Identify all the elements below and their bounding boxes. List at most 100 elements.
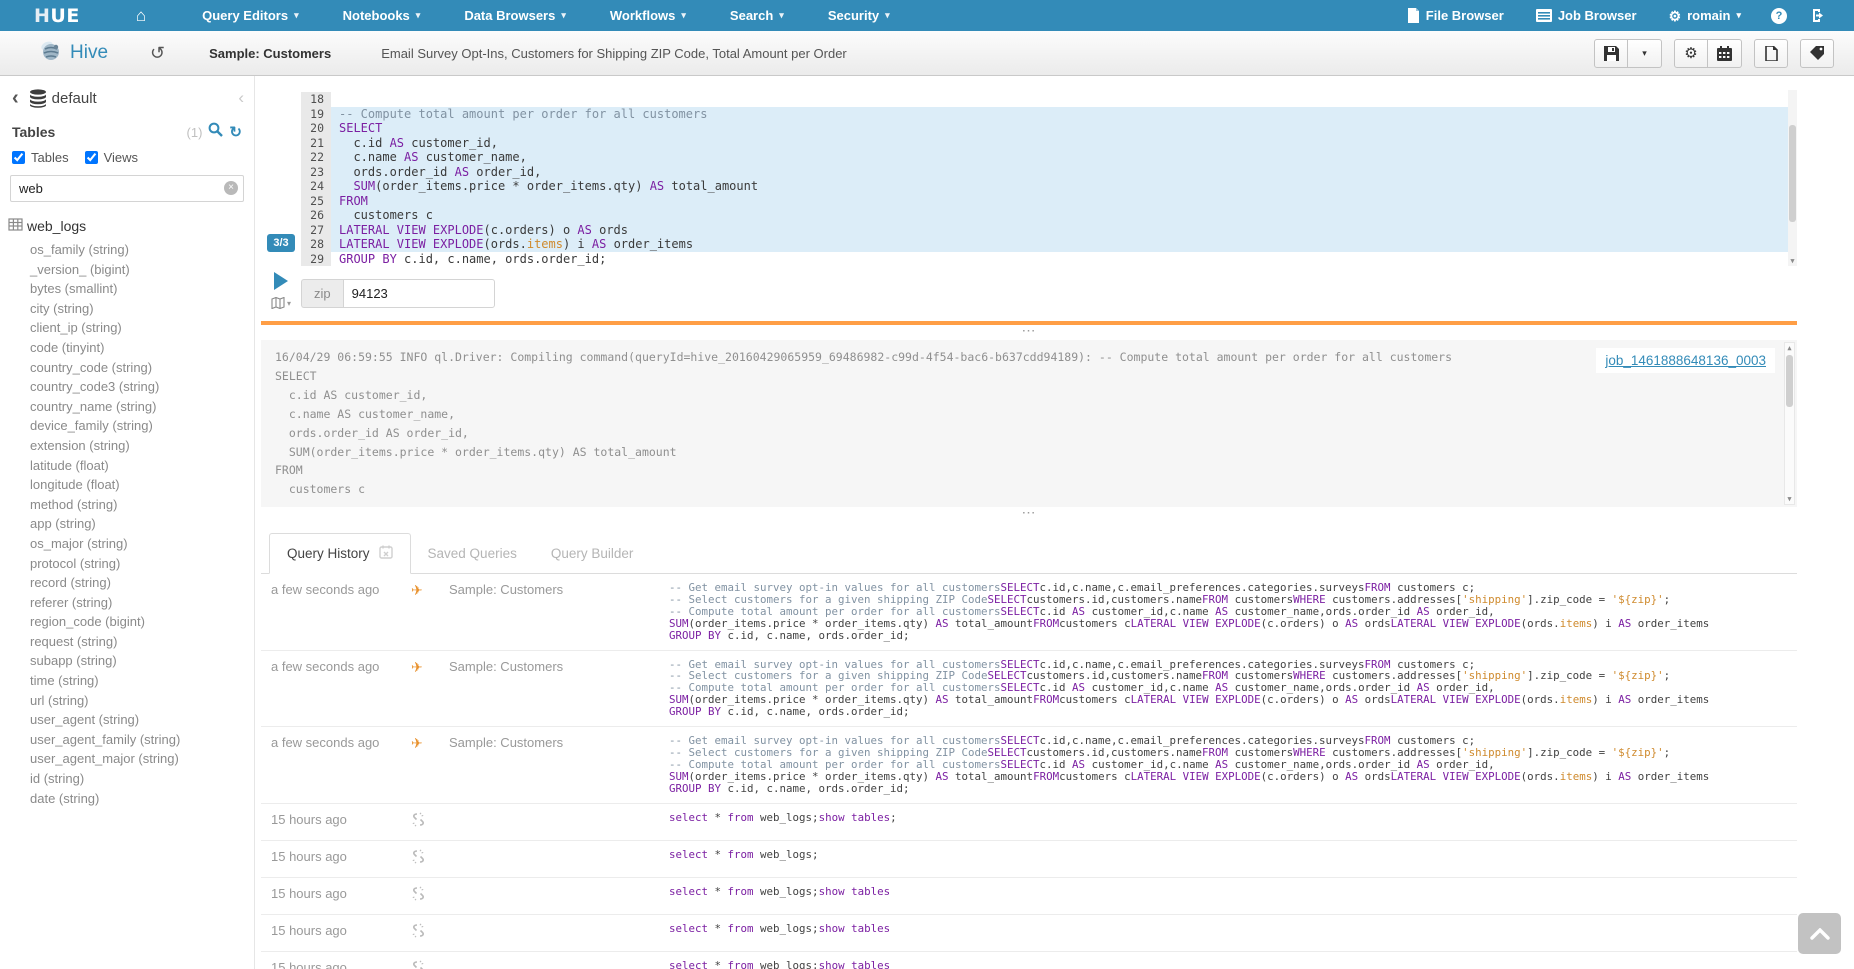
results-resize-handle[interactable]: ⋯	[261, 507, 1797, 520]
column-item[interactable]: url (string)	[30, 691, 254, 711]
history-row[interactable]: 15 hours agoselect * from web_logs;show …	[261, 952, 1797, 969]
collapse-sidebar-icon[interactable]: ‹	[238, 88, 244, 108]
scroll-to-top-button[interactable]	[1798, 913, 1841, 954]
logout-icon[interactable]	[1801, 8, 1836, 23]
refresh-icon[interactable]: ↻	[229, 125, 242, 140]
schedule-button[interactable]	[1708, 39, 1742, 68]
calendar-clear-icon[interactable]	[379, 545, 393, 562]
history-query[interactable]: -- Get email survey opt-in values for al…	[669, 735, 1797, 795]
editor-line[interactable]: 19-- Compute total amount per order for …	[301, 107, 1797, 122]
save-options-button[interactable]: ▾	[1628, 39, 1662, 68]
editor-line[interactable]: 29GROUP BY c.id, c.name, ords.order_id;	[301, 252, 1797, 267]
table-search-input[interactable]	[10, 175, 244, 202]
zip-parameter-input[interactable]	[343, 279, 495, 308]
new-query-button[interactable]	[1754, 39, 1788, 68]
column-item[interactable]: extension (string)	[30, 436, 254, 456]
table-item[interactable]: web_logs	[0, 206, 254, 236]
column-item[interactable]: method (string)	[30, 495, 254, 515]
editor-line[interactable]: 28LATERAL VIEW EXPLODE(ords.items) i AS …	[301, 237, 1797, 252]
editor-line[interactable]: 24 SUM(order_items.price * order_items.q…	[301, 179, 1797, 194]
editor-line[interactable]: 22 c.name AS customer_name,	[301, 150, 1797, 165]
column-item[interactable]: country_code3 (string)	[30, 377, 254, 397]
column-item[interactable]: referer (string)	[30, 593, 254, 613]
menu-query-editors[interactable]: Query Editors▾	[180, 0, 321, 31]
column-item[interactable]: os_family (string)	[30, 240, 254, 260]
history-query[interactable]: select * from web_logs;	[669, 849, 1797, 861]
history-query[interactable]: select * from web_logs;show tables;	[669, 812, 1797, 824]
user-menu[interactable]: ⚙ romain ▾	[1653, 0, 1757, 31]
editor-line[interactable]: 18	[301, 92, 1797, 107]
column-item[interactable]: user_agent (string)	[30, 710, 254, 730]
history-row[interactable]: 15 hours agoselect * from web_logs;show …	[261, 915, 1797, 952]
settings-button[interactable]: ⚙	[1674, 39, 1708, 68]
column-item[interactable]: region_code (bigint)	[30, 612, 254, 632]
log-resize-handle[interactable]: ⋯	[261, 325, 1797, 338]
column-item[interactable]: bytes (smallint)	[30, 279, 254, 299]
scroll-down-icon[interactable]: ▼	[1788, 257, 1797, 265]
tab-query-history[interactable]: Query History	[269, 533, 411, 574]
history-row[interactable]: 15 hours agoselect * from web_logs;	[261, 841, 1797, 878]
menu-workflows[interactable]: Workflows▾	[588, 0, 708, 31]
scrollbar-thumb[interactable]	[1789, 125, 1796, 222]
column-item[interactable]: code (tinyint)	[30, 338, 254, 358]
column-item[interactable]: protocol (string)	[30, 554, 254, 574]
save-button[interactable]	[1594, 39, 1628, 68]
column-item[interactable]: request (string)	[30, 632, 254, 652]
history-query[interactable]: select * from web_logs;show tables	[669, 886, 1797, 898]
column-item[interactable]: latitude (float)	[30, 456, 254, 476]
column-item[interactable]: client_ip (string)	[30, 318, 254, 338]
column-item[interactable]: date (string)	[30, 789, 254, 809]
column-item[interactable]: device_family (string)	[30, 416, 254, 436]
column-item[interactable]: city (string)	[30, 299, 254, 319]
column-item[interactable]: country_name (string)	[30, 397, 254, 417]
menu-search[interactable]: Search▾	[708, 0, 806, 31]
execute-button[interactable]	[274, 272, 288, 290]
column-item[interactable]: subapp (string)	[30, 651, 254, 671]
tables-checkbox[interactable]	[12, 151, 25, 164]
column-item[interactable]: time (string)	[30, 671, 254, 691]
editor-line[interactable]: 20SELECT	[301, 121, 1797, 136]
column-item[interactable]: country_code (string)	[30, 358, 254, 378]
help-icon[interactable]: ?	[1771, 8, 1787, 24]
file-browser-link[interactable]: File Browser	[1391, 0, 1520, 31]
editor-line[interactable]: 27LATERAL VIEW EXPLODE(c.orders) o AS or…	[301, 223, 1797, 238]
column-item[interactable]: longitude (float)	[30, 475, 254, 495]
tags-button[interactable]	[1800, 39, 1834, 68]
editor-line[interactable]: 26 customers c	[301, 208, 1797, 223]
history-query[interactable]: -- Get email survey opt-in values for al…	[669, 659, 1797, 719]
column-item[interactable]: id (string)	[30, 769, 254, 789]
editor-scrollbar[interactable]: ▼	[1788, 90, 1797, 266]
column-item[interactable]: os_major (string)	[30, 534, 254, 554]
editor-line[interactable]: 21 c.id AS customer_id,	[301, 136, 1797, 151]
history-row[interactable]: 15 hours agoselect * from web_logs;show …	[261, 804, 1797, 841]
menu-notebooks[interactable]: Notebooks▾	[321, 0, 443, 31]
back-icon[interactable]: ‹	[12, 88, 19, 108]
job-link[interactable]: job_1461888648136_0003	[1596, 348, 1775, 373]
scrollbar-thumb[interactable]	[1786, 355, 1793, 407]
scroll-down-icon[interactable]: ▼	[1785, 495, 1794, 503]
column-item[interactable]: user_agent_family (string)	[30, 730, 254, 750]
menu-data-browsers[interactable]: Data Browsers▾	[442, 0, 588, 31]
query-history-icon[interactable]: ↺	[150, 44, 165, 62]
home-icon[interactable]: ⌂	[136, 7, 146, 24]
column-item[interactable]: app (string)	[30, 514, 254, 534]
job-browser-link[interactable]: Job Browser	[1520, 0, 1653, 31]
scroll-up-icon[interactable]: ▲	[1785, 344, 1794, 352]
database-name[interactable]: default	[52, 90, 97, 107]
tab-query-builder[interactable]: Query Builder	[534, 533, 651, 573]
column-item[interactable]: _version_ (bigint)	[30, 260, 254, 280]
hue-logo[interactable]: HUE	[34, 5, 80, 27]
menu-security[interactable]: Security▾	[806, 0, 912, 31]
views-checkbox[interactable]	[85, 151, 98, 164]
navigator-toggle[interactable]: ▾	[271, 297, 291, 309]
search-icon[interactable]	[208, 122, 223, 142]
clear-search-icon[interactable]: ×	[224, 181, 238, 195]
history-query[interactable]: select * from web_logs;show tables	[669, 960, 1797, 969]
history-row[interactable]: a few seconds ago✈Sample: Customers-- Ge…	[261, 727, 1797, 804]
column-item[interactable]: record (string)	[30, 573, 254, 593]
history-row[interactable]: 15 hours agoselect * from web_logs;show …	[261, 878, 1797, 915]
history-query[interactable]: -- Get email survey opt-in values for al…	[669, 582, 1797, 642]
history-row[interactable]: a few seconds ago✈Sample: Customers-- Ge…	[261, 574, 1797, 651]
log-scrollbar[interactable]: ▲ ▼	[1784, 342, 1795, 505]
column-item[interactable]: user_agent_major (string)	[30, 749, 254, 769]
